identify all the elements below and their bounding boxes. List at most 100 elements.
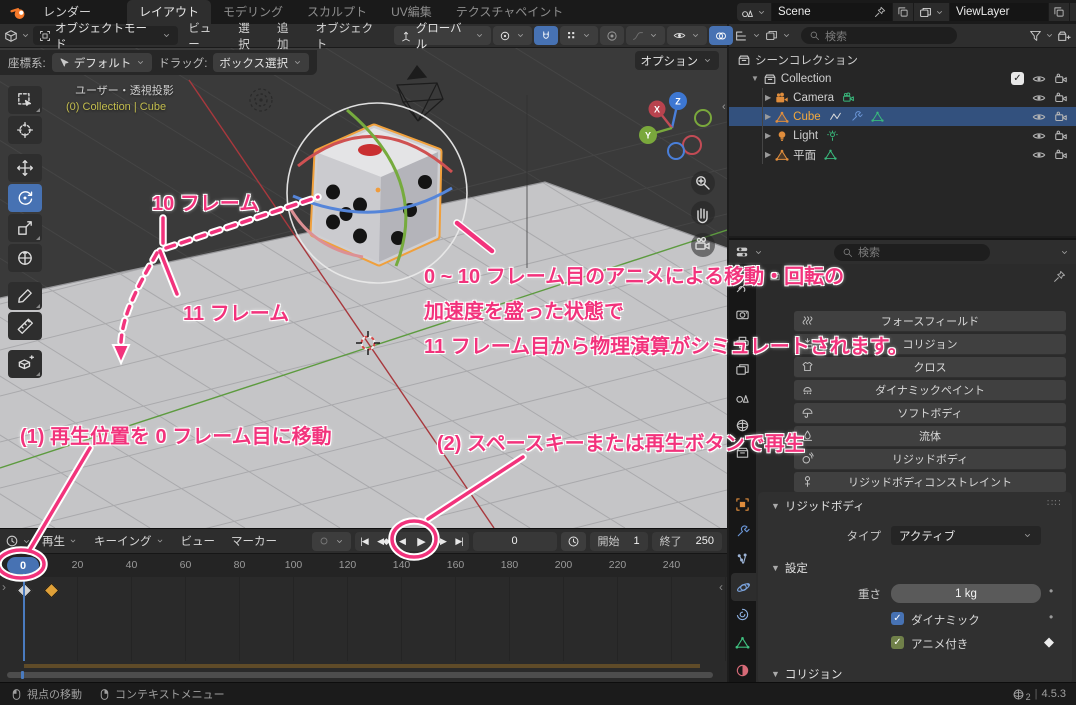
- properties-tab-output[interactable]: [729, 328, 756, 356]
- rigid-body-panel-header[interactable]: ▼リジッドボディ: [771, 498, 865, 514]
- frame-end-field[interactable]: 終了250: [652, 532, 722, 551]
- tool-scale-button[interactable]: [8, 214, 42, 242]
- timeline-ruler[interactable]: 0 20406080100120140160180200220240: [0, 553, 727, 577]
- outliner-row-シーンコレクション[interactable]: シーンコレクション: [729, 50, 1076, 69]
- properties-tab-physics[interactable]: [731, 573, 756, 601]
- mode-dropdown[interactable]: オブジェクトモード: [33, 26, 178, 45]
- pin-icon[interactable]: [874, 6, 886, 18]
- tool-add-cube-button[interactable]: [8, 350, 42, 378]
- display-mode-dropdown[interactable]: [765, 29, 778, 42]
- tool-move-button[interactable]: [8, 154, 42, 182]
- physics-dynamic-paint-button[interactable]: ダイナミックペイント: [794, 380, 1066, 401]
- next-keyframe-button[interactable]: ◆▶: [431, 532, 450, 551]
- viewport-menu-オブジェクト[interactable]: オブジェクト: [308, 20, 392, 52]
- properties-tab-tool[interactable]: [729, 273, 756, 301]
- expander-icon[interactable]: ▶: [765, 112, 771, 121]
- gizmo-dropdown[interactable]: [667, 26, 707, 45]
- play-button[interactable]: ▶: [412, 532, 431, 551]
- outliner-editor-type-button[interactable]: [734, 29, 748, 43]
- sidebar-toggle-icon[interactable]: ‹: [722, 101, 726, 113]
- channel-expand-icon[interactable]: ›: [2, 580, 6, 594]
- expander-icon[interactable]: ▶: [765, 93, 771, 102]
- remove-viewlayer-button[interactable]: [1070, 3, 1076, 21]
- dynamic-animate-dot[interactable]: •: [1049, 610, 1053, 624]
- use-preview-range-toggle[interactable]: [561, 532, 586, 551]
- orientation-dropdown[interactable]: グローバル: [394, 26, 491, 45]
- timeline-editor-type-button[interactable]: [5, 534, 19, 548]
- viewport-menu-選択[interactable]: 選択: [230, 20, 269, 52]
- properties-tab-modifiers[interactable]: [729, 518, 756, 546]
- physics-rigid-body-button[interactable]: リジッドボディ: [794, 449, 1066, 470]
- drag-dropdown[interactable]: ボックス選択: [213, 53, 309, 72]
- properties-tab-object[interactable]: [729, 490, 756, 518]
- timeline-menu-マーカー[interactable]: マーカー: [223, 533, 285, 549]
- physics-force-field-button[interactable]: フォースフィールド: [794, 311, 1066, 332]
- timeline-menu-ビュー[interactable]: ビュー: [173, 533, 224, 549]
- playhead[interactable]: [23, 573, 25, 661]
- keyframe-frame-10[interactable]: [44, 583, 60, 599]
- editor-type-button[interactable]: [4, 29, 18, 43]
- proportional-edit-toggle[interactable]: [600, 26, 624, 45]
- prev-keyframe-button[interactable]: ◀◆: [374, 532, 393, 551]
- expander-icon[interactable]: ▶: [765, 150, 771, 159]
- options-dropdown[interactable]: オプション: [635, 51, 720, 70]
- 3d-viewport[interactable]: Z X Y: [0, 24, 727, 528]
- properties-tab-world[interactable]: [729, 411, 756, 439]
- autokey-toggle[interactable]: [312, 532, 351, 551]
- collection-checkbox[interactable]: ✓: [1011, 72, 1024, 85]
- properties-pin-icon[interactable]: [1053, 270, 1066, 283]
- play-reverse-button[interactable]: ◀: [393, 532, 412, 551]
- physics-collision-button[interactable]: コリジョン: [794, 334, 1066, 355]
- zoom-button[interactable]: [691, 171, 715, 195]
- pan-hand-button[interactable]: [691, 201, 715, 225]
- properties-tab-collection[interactable]: [729, 439, 756, 467]
- timeline-tracks[interactable]: › ‹: [0, 577, 727, 661]
- current-frame-indicator[interactable]: 0: [7, 557, 39, 574]
- outliner-row-Collection[interactable]: ▼Collection✓: [729, 69, 1076, 88]
- tool-rotate-button[interactable]: [8, 184, 42, 212]
- timeline-scrollbar[interactable]: [7, 672, 713, 678]
- properties-tab-scene[interactable]: [729, 384, 756, 412]
- tool-annotate-button[interactable]: [8, 282, 42, 310]
- jump-to-end-button[interactable]: ▶|: [450, 532, 469, 551]
- snap-toggle[interactable]: [534, 26, 558, 45]
- properties-tab-particles[interactable]: [729, 546, 756, 574]
- scene-selector[interactable]: Scene: [737, 3, 934, 21]
- viewlayer-selector[interactable]: ViewLayer: [915, 3, 1076, 21]
- viewport-menu-追加[interactable]: 追加: [269, 20, 308, 52]
- timeline-menu-キーイング[interactable]: キーイング: [86, 533, 173, 549]
- outliner-row-Light[interactable]: ▶Light: [729, 126, 1076, 145]
- physics-rigid-body-constraint-button[interactable]: リジッドボディコンストレイント: [794, 472, 1066, 493]
- type-dropdown[interactable]: アクティブ: [891, 526, 1041, 545]
- frame-start-field[interactable]: 開始1: [590, 532, 648, 551]
- pivot-dropdown[interactable]: [493, 26, 532, 45]
- collision-panel-header[interactable]: ▼コリジョン: [771, 666, 842, 682]
- outliner-row-Camera[interactable]: ▶Camera: [729, 88, 1076, 107]
- properties-tab-constraints[interactable]: [729, 601, 756, 629]
- properties-search-input[interactable]: 検索: [834, 244, 990, 261]
- animated-checkbox[interactable]: ✓: [891, 636, 904, 649]
- tool-transform-button[interactable]: [8, 244, 42, 272]
- copy-scene-button[interactable]: [893, 3, 913, 21]
- animated-keyframe-diamond[interactable]: ◆: [1044, 634, 1054, 650]
- overlays-toggle[interactable]: [709, 26, 733, 45]
- sidebar-expand-icon[interactable]: ‹: [719, 580, 723, 594]
- snap-settings-dropdown[interactable]: [560, 26, 598, 45]
- properties-tab-view-layer[interactable]: [729, 356, 756, 384]
- physics-soft-body-button[interactable]: ソフトボディ: [794, 403, 1066, 424]
- mass-slider[interactable]: 1 kg: [891, 584, 1041, 603]
- physics-fluid-button[interactable]: 流体: [794, 426, 1066, 447]
- tool-select-box-button[interactable]: [8, 86, 42, 114]
- coord-dropdown[interactable]: デフォルト: [52, 53, 153, 72]
- filter-dropdown[interactable]: [1029, 29, 1042, 42]
- mass-animate-dot[interactable]: •: [1049, 584, 1053, 598]
- properties-editor-type-button[interactable]: [735, 245, 749, 259]
- outliner-row-平面[interactable]: ▶平面: [729, 145, 1076, 164]
- blender-logo-icon[interactable]: [10, 4, 27, 21]
- expander-icon[interactable]: ▶: [765, 131, 771, 140]
- outliner-search-input[interactable]: 検索: [801, 27, 957, 44]
- new-collection-button[interactable]: [1057, 29, 1071, 43]
- copy-viewlayer-button[interactable]: [1049, 3, 1069, 21]
- properties-tab-object-data[interactable]: [729, 629, 756, 657]
- jump-to-start-button[interactable]: |◀: [355, 532, 374, 551]
